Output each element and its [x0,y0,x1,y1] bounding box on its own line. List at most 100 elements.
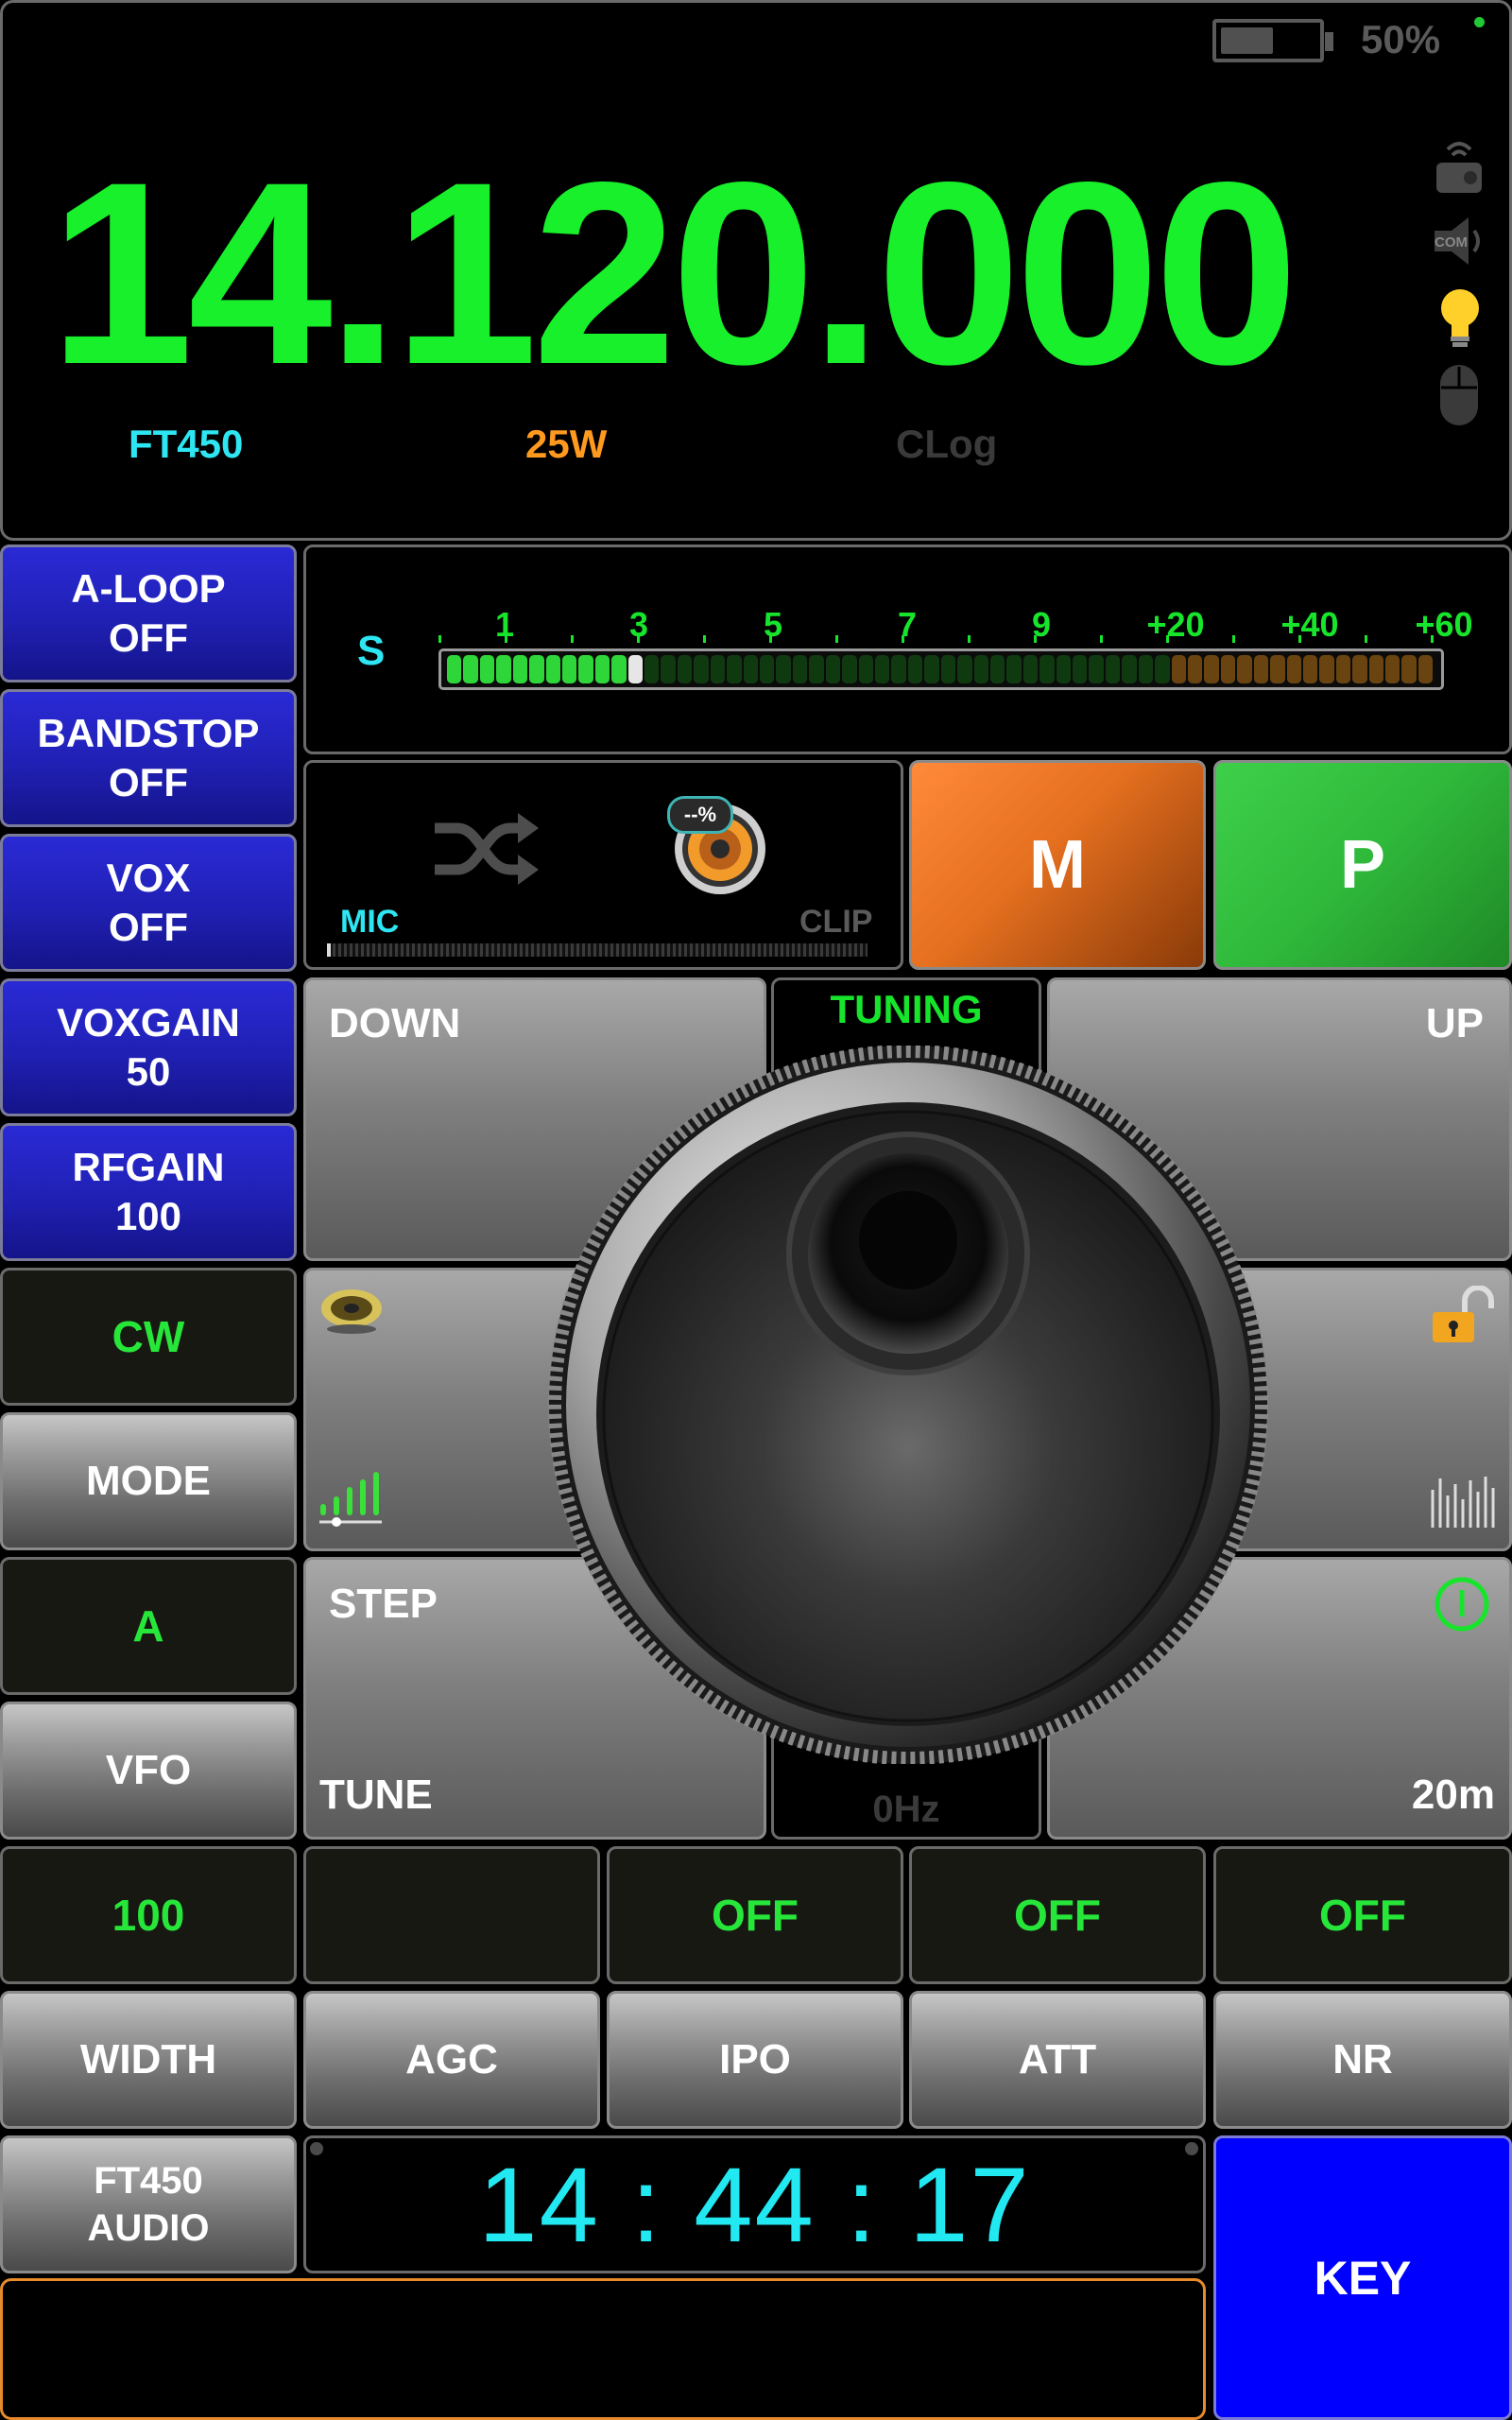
unlock-icon[interactable] [1429,1285,1499,1346]
audio-button-line2: AUDIO [87,2207,210,2249]
bandstop-button[interactable]: BANDSTOP OFF [0,689,297,827]
remote-radio-icon[interactable] [1433,138,1486,197]
s-meter-segment [924,655,939,683]
shuffle-icon[interactable] [431,809,541,889]
voxgain-value: 50 [126,1049,171,1094]
s-meter-segment [447,655,462,683]
s-meter-segment [694,655,709,683]
nr-value-display[interactable]: OFF [1213,1846,1512,1984]
s-meter-segment [727,655,742,683]
rfgain-button[interactable]: RFGAIN 100 [0,1123,297,1261]
s-meter-segment [1138,655,1154,683]
p-button[interactable]: P [1213,760,1512,970]
bandstop-label: BANDSTOP [37,711,260,755]
width-value-display[interactable]: 100 [0,1846,297,1984]
mouse-icon[interactable] [1438,363,1480,427]
s-meter-segment [611,655,627,683]
s-meter-segment [1187,655,1203,683]
s-meter-segment [1220,655,1236,683]
s-meter-segment [677,655,693,683]
att-button[interactable]: ATT [909,1991,1206,2129]
s-meter-label: S [357,628,386,674]
s-meter-segment [1204,655,1219,683]
frequency-readout[interactable]: 14.120.000 [49,142,1298,406]
up-label: UP [1425,1000,1484,1046]
s-meter-segment [874,655,890,683]
message-panel[interactable] [0,2278,1206,2420]
vfo-button[interactable]: VFO [0,1702,297,1840]
signal-bars-icon[interactable] [318,1471,384,1530]
a-loop-button[interactable]: A-LOOP OFF [0,544,297,683]
s-meter-segment [1056,655,1072,683]
s-meter-segment [479,655,495,683]
s-meter-segment [1401,655,1417,683]
ipo-button[interactable]: IPO [607,1991,903,2129]
s-meter-segment [1335,655,1351,683]
spectrum-bars-icon[interactable] [1429,1471,1499,1531]
nr-button[interactable]: NR [1213,1991,1512,2129]
audio-button-line1: FT450 [94,2160,203,2202]
s-meter-segment [907,655,923,683]
s-meter-segment [1122,655,1137,683]
ipo-value-display[interactable]: OFF [607,1846,903,1984]
s-meter-segment [776,655,791,683]
a-loop-value: OFF [109,615,188,660]
s-meter-segment [1302,655,1318,683]
voxgain-button[interactable]: VOXGAIN 50 [0,978,297,1116]
s-meter-segment [743,655,759,683]
s-meter-segment [1105,655,1121,683]
s-meter-segment [1253,655,1269,683]
s-meter-segment [1155,655,1170,683]
vox-button[interactable]: VOX OFF [0,834,297,972]
power-icon[interactable] [1433,1575,1491,1634]
s-meter-segment [1089,655,1104,683]
s-meter-segment [842,655,857,683]
s-meter-segment [644,655,660,683]
s-meter-segment [710,655,726,683]
vfo-value-display[interactable]: A [0,1557,297,1695]
offset-readout: 0Hz [872,1789,940,1830]
width-button[interactable]: WIDTH [0,1991,297,2129]
s-meter-segment [627,655,644,683]
radio-model-label[interactable]: FT450 [129,422,243,467]
svg-text:COM: COM [1435,234,1468,251]
s-meter-segment [891,655,906,683]
s-meter-segment [1418,655,1434,683]
clog-label[interactable]: CLog [896,422,997,467]
s-meter-segment [594,655,610,683]
vox-label: VOX [106,856,191,900]
clock-readout: 14 : 44 : 17 [478,2146,1031,2264]
mode-value-display[interactable]: CW [0,1268,297,1406]
s-meter-segment [957,655,972,683]
agc-button[interactable]: AGC [303,1991,600,2129]
att-value-display[interactable]: OFF [909,1846,1206,1984]
speaker-small-icon[interactable] [318,1284,386,1337]
agc-value-display[interactable] [303,1846,600,1984]
s-meter-segment [1073,655,1088,683]
s-meter-segment [1368,655,1384,683]
key-button[interactable]: KEY [1213,2135,1512,2420]
power-label[interactable]: 25W [525,422,607,467]
memory-button[interactable]: M [909,760,1206,970]
s-meter-segment [760,655,775,683]
s-meter-segment [1352,655,1367,683]
s-meter-segment [1385,655,1400,683]
s-meter-segment [1286,655,1301,683]
audio-button[interactable]: FT450 AUDIO [0,2135,297,2273]
com-port-icon[interactable]: COM [1429,214,1489,268]
voxgain-label: VOXGAIN [57,1000,240,1045]
s-meter-segment [940,655,956,683]
tuning-knob[interactable] [544,1045,1272,1765]
s-meter-segment [578,655,593,683]
rfgain-value: 100 [114,1194,182,1238]
tuning-title: TUNING [830,987,983,1031]
s-meter-segment [661,655,676,683]
s-meter-segment [1319,655,1334,683]
mode-button[interactable]: MODE [0,1412,297,1550]
s-meter-segment [858,655,873,683]
bandstop-value: OFF [109,760,188,804]
s-meter-segment [1270,655,1285,683]
s-meter-segment [463,655,478,683]
s-meter-segment [496,655,511,683]
light-bulb-icon[interactable] [1436,285,1484,350]
